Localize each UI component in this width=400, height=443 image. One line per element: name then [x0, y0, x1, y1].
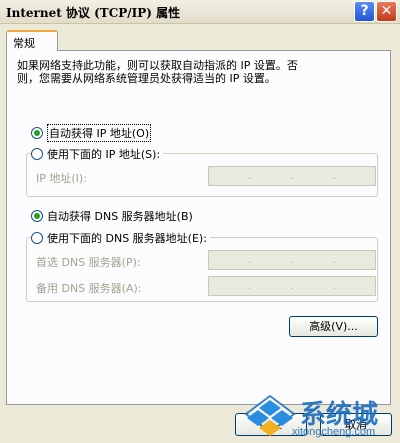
preferred-dns-field[interactable]: . . .: [208, 250, 376, 270]
alternate-dot-3: .: [332, 280, 336, 292]
description-text: 如果网络支持此功能，则可以获取自动指派的 IP 设置。否 则，您需要从网络系统管…: [17, 59, 347, 85]
ip-dot-2: .: [290, 170, 294, 182]
close-icon: ✕: [380, 3, 393, 19]
ip-address-label: IP 地址(I):: [36, 172, 87, 185]
auto-dns-option[interactable]: 自动获得 DNS 服务器地址(B): [31, 208, 193, 224]
help-icon: ?: [360, 3, 369, 19]
cancel-button[interactable]: 取消: [320, 413, 392, 436]
window-title: Internet 协议 (TCP/IP) 属性: [6, 6, 181, 20]
preferred-dot-1: .: [248, 254, 252, 266]
tab-general-label: 常规: [13, 37, 35, 50]
manual-dns-option[interactable]: 使用下面的 DNS 服务器地址(E):: [31, 230, 210, 246]
preferred-dot-3: .: [332, 254, 336, 266]
help-button[interactable]: ?: [354, 1, 375, 22]
alternate-dns-label: 备用 DNS 服务器(A):: [36, 282, 142, 295]
tab-page-general: [6, 50, 391, 405]
description-line-2: 则，您需要从网络系统管理员处获得适当的 IP 设置。: [17, 72, 276, 85]
manual-ip-option[interactable]: 使用下面的 IP 地址(S):: [31, 146, 164, 162]
manual-dns-radio[interactable]: [31, 232, 43, 244]
advanced-button[interactable]: 高级(V)...: [289, 316, 378, 337]
ip-dot-1: .: [248, 170, 252, 182]
manual-ip-radio[interactable]: [31, 148, 43, 160]
preferred-dot-2: .: [290, 254, 294, 266]
ok-button[interactable]: 确定: [235, 413, 307, 436]
tcpip-properties-dialog: Internet 协议 (TCP/IP) 属性 ? ✕ 常规 如果网络支持此功能…: [0, 0, 400, 443]
ip-address-field[interactable]: . . .: [208, 166, 376, 186]
alternate-dot-2: .: [290, 280, 294, 292]
auto-ip-label: 自动获得 IP 地址(O): [47, 124, 152, 142]
auto-ip-option[interactable]: 自动获得 IP 地址(O): [31, 124, 152, 142]
auto-dns-label: 自动获得 DNS 服务器地址(B): [47, 210, 193, 223]
auto-ip-radio[interactable]: [31, 127, 43, 139]
description-line-1: 如果网络支持此功能，则可以获取自动指派的 IP 设置。否: [17, 59, 298, 72]
close-button[interactable]: ✕: [376, 1, 397, 22]
ip-dot-3: .: [332, 170, 336, 182]
manual-ip-label: 使用下面的 IP 地址(S):: [47, 148, 161, 161]
manual-dns-label: 使用下面的 DNS 服务器地址(E):: [47, 232, 207, 245]
tab-general[interactable]: 常规: [6, 30, 58, 51]
preferred-dns-label: 首选 DNS 服务器(P):: [36, 256, 141, 269]
alternate-dot-1: .: [248, 280, 252, 292]
title-bar[interactable]: Internet 协议 (TCP/IP) 属性 ? ✕: [0, 0, 400, 24]
auto-dns-radio[interactable]: [31, 210, 43, 222]
alternate-dns-field[interactable]: . . .: [208, 276, 376, 296]
